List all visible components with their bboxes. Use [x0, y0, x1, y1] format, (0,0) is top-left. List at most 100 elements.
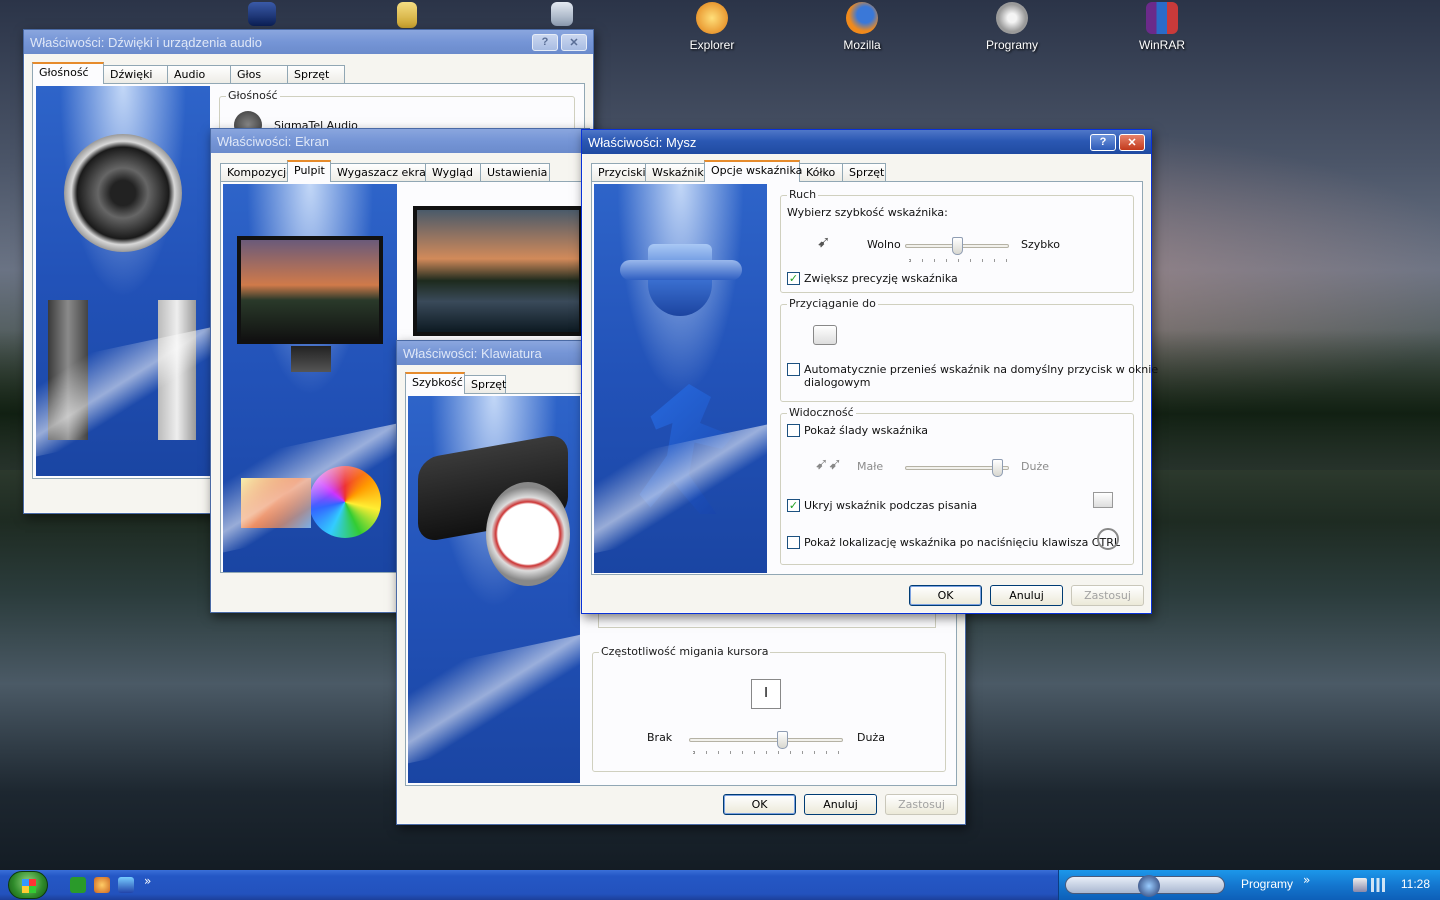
tower-speaker-right	[158, 300, 196, 440]
window-title: Właściwości: Ekran	[217, 133, 329, 149]
slider-thumb	[992, 459, 1003, 477]
wallpaper-preview	[413, 206, 583, 336]
tab-desktop[interactable]: Pulpit	[287, 160, 331, 182]
ok-button[interactable]: OK	[723, 794, 796, 815]
quicklaunch-browser-icon[interactable]	[94, 877, 110, 893]
tab-volume[interactable]: Głośność	[32, 62, 104, 84]
desktop-icon-label: Mozilla	[843, 38, 881, 52]
tab-speed[interactable]: Szybkość	[405, 372, 465, 394]
group-label: Głośność	[226, 89, 280, 102]
cancel-button[interactable]: Anuluj	[804, 794, 877, 815]
volume-icon[interactable]	[1353, 878, 1367, 892]
tab-wheel[interactable]: Kółko	[799, 163, 843, 182]
tab-voice[interactable]: Głos	[230, 65, 288, 84]
pointer-location-icon	[1097, 528, 1119, 550]
title-bar[interactable]: Właściwości: Dźwięki i urządzenia audio …	[24, 30, 593, 54]
clock[interactable]: 11:28	[1401, 877, 1430, 891]
keyboard-illustration	[408, 396, 580, 783]
cancel-button[interactable]: Anuluj	[990, 585, 1063, 606]
tray-toolbar-label[interactable]: Programy	[1241, 877, 1293, 891]
tab-sounds[interactable]: Dźwięki	[103, 65, 168, 84]
tab-buttons[interactable]: Przyciski	[591, 163, 646, 182]
show-location-checkbox[interactable]	[787, 536, 800, 549]
start-button[interactable]	[8, 871, 48, 899]
tab-screensaver[interactable]: Wygaszacz ekranu	[330, 163, 440, 182]
snap-button-icon	[813, 325, 837, 345]
trail-max-label: Duże	[1021, 460, 1049, 473]
tab-hardware[interactable]: Sprzęt	[842, 163, 886, 182]
tab-settings[interactable]: Ustawienia	[480, 163, 550, 182]
precision-label: Zwiększ precyzję wskaźnika	[804, 272, 958, 285]
blink-rate-slider[interactable]	[689, 731, 843, 749]
speaker-illustration	[36, 86, 210, 476]
snap-to-label-line2: dialogowym	[804, 376, 871, 389]
runner-icon	[639, 384, 733, 514]
quicklaunch-app-icon[interactable]	[70, 877, 86, 893]
quicklaunch-media-icon[interactable]	[118, 877, 134, 893]
hide-pointer-checkbox[interactable]: ✓	[787, 499, 800, 512]
tab-hardware[interactable]: Sprzęt	[464, 375, 506, 394]
pointer-trails-label: Pokaż ślady wskaźnika	[804, 424, 929, 437]
pointer-trails-checkbox[interactable]	[787, 424, 800, 437]
hide-pointer-label: Ukryj wskaźnik podczas pisania	[804, 499, 978, 512]
tab-pointers[interactable]: Wskaźniki	[645, 163, 707, 182]
tab-strip: Głośność Dźwięki Audio Głos Sprzęt	[32, 62, 345, 84]
desktop-icon-recycle[interactable]	[522, 2, 602, 30]
desktop-icon-explorer[interactable]: Explorer	[672, 2, 752, 52]
slider-ticks	[693, 751, 843, 754]
title-bar[interactable]: Właściwości: Ekran	[211, 129, 589, 153]
speaker-icon	[64, 134, 182, 252]
media-player-toolbar[interactable]	[1065, 875, 1225, 897]
tab-audio[interactable]: Audio	[167, 65, 231, 84]
photo-thumbnails	[241, 478, 311, 528]
winrar-icon	[1146, 2, 1178, 34]
snap-to-checkbox[interactable]	[787, 363, 800, 376]
hide-pointer-icon	[1093, 492, 1113, 508]
close-button[interactable]: ✕	[1119, 133, 1145, 151]
trail-length-slider	[905, 459, 1009, 477]
close-button[interactable]: ✕	[561, 33, 587, 51]
motion-group: Ruch Wybierz szybkość wskaźnika: ➹ Wolno…	[780, 188, 1134, 293]
tab-hardware[interactable]: Sprzęt	[287, 65, 345, 84]
play-pause-icon[interactable]	[1138, 875, 1160, 897]
title-bar[interactable]: Właściwości: Mysz ? ✕	[582, 130, 1151, 154]
quicklaunch-expand-chevron[interactable]: »	[144, 874, 151, 888]
pointer-speed-slider[interactable]	[905, 237, 1009, 255]
desktop-icon-label: Explorer	[689, 38, 735, 52]
desktop-icon-label: WinRAR	[1138, 38, 1185, 52]
help-button[interactable]: ?	[1090, 133, 1116, 151]
group-label: Częstotliwość migania kursora	[599, 645, 771, 658]
tab-pointer-options[interactable]: Opcje wskaźnika	[704, 160, 802, 182]
stopwatch-icon	[486, 482, 570, 586]
desktop-icon-folder[interactable]	[367, 2, 447, 32]
tray-chevron[interactable]: »	[1303, 873, 1310, 887]
slider-thumb[interactable]	[952, 237, 963, 255]
window-title: Właściwości: Mysz	[588, 134, 697, 150]
visibility-group: Widoczność Pokaż ślady wskaźnika ➹➹ Małe…	[780, 406, 1134, 565]
mouse-illustration	[594, 184, 767, 573]
precision-checkbox[interactable]: ✓	[787, 272, 800, 285]
slider-thumb[interactable]	[777, 731, 788, 749]
apply-button[interactable]: Zastosuj	[1071, 585, 1144, 606]
desktop-icon-winrar[interactable]: WinRAR	[1122, 2, 1202, 52]
desktop-icon-mozilla[interactable]: Mozilla	[822, 2, 902, 52]
mouse-properties-window[interactable]: Właściwości: Mysz ? ✕ Przyciski Wskaźnik…	[581, 129, 1158, 614]
taskbar: » Programy » 11:28	[0, 870, 1440, 900]
monitor-stand	[291, 346, 331, 372]
network-status-icon[interactable]	[1371, 878, 1385, 892]
help-button[interactable]: ?	[532, 33, 558, 51]
network-icon	[248, 2, 276, 26]
slider-max-label: Duża	[857, 731, 885, 744]
firefox-icon	[846, 2, 878, 34]
monitor-image	[237, 236, 383, 344]
tab-appearance[interactable]: Wygląd	[425, 163, 481, 182]
desktop-icon-network[interactable]	[222, 2, 302, 30]
desktop-icon-programs[interactable]: Programy	[972, 2, 1052, 52]
ok-button[interactable]: OK	[909, 585, 982, 606]
display-illustration	[223, 184, 397, 572]
gears-icon	[996, 2, 1028, 34]
apply-button[interactable]: Zastosuj	[885, 794, 958, 815]
tab-themes[interactable]: Kompozycje	[220, 163, 293, 182]
system-tray: Programy » 11:28	[1058, 870, 1440, 900]
trail-min-label: Małe	[857, 460, 884, 473]
